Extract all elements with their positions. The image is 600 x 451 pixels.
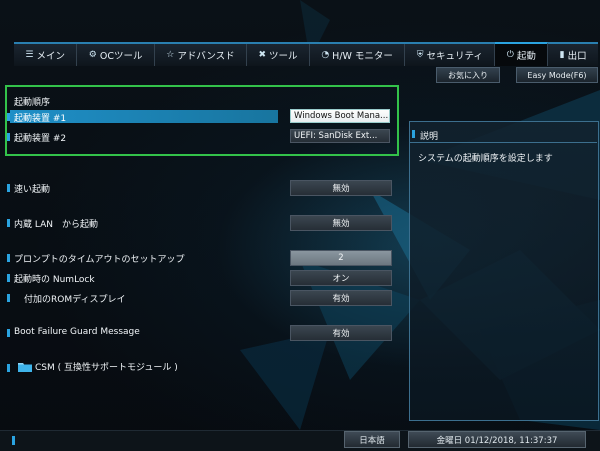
row-marker: [7, 133, 10, 141]
fast-boot-label: 速い起動: [14, 185, 51, 195]
language-button[interactable]: 日本語: [344, 431, 400, 448]
row-marker: [7, 274, 10, 282]
numlock-select[interactable]: オン: [290, 270, 392, 286]
prompt-timeout-input[interactable]: 2: [290, 250, 392, 266]
tab-advanced[interactable]: ☆ アドバンスド: [155, 44, 248, 66]
boot-failure-guard-label: Boot Failure Guard Message: [14, 327, 140, 337]
row-marker: [7, 184, 10, 192]
main-tab-bar: ☰ メイン ⚙ OCツール ☆ アドバンスド ✖ ツール ◔ H/W モニター ⛨ セキュリ…: [14, 42, 598, 66]
csm-submenu[interactable]: CSM ( 互換性サポートモジュール ): [18, 360, 218, 374]
shield-icon: ⛨: [416, 50, 424, 60]
favorites-button[interactable]: お気に入り: [436, 67, 500, 83]
status-marker: [12, 436, 15, 445]
monitor-icon: ◔: [321, 50, 330, 60]
power-icon: ⏻: [506, 50, 514, 60]
description-panel: [409, 121, 599, 421]
easy-mode-button[interactable]: Easy Mode(F6): [516, 67, 598, 83]
row-marker: [7, 219, 10, 227]
row-marker: [7, 254, 10, 262]
row-marker: [7, 294, 10, 302]
numlock-label: 起動時の NumLock: [14, 275, 95, 285]
description-text: システムの起動順序を設定します: [418, 154, 553, 164]
menu-icon: ☰: [25, 50, 34, 60]
tab-tool[interactable]: ✖ ツール: [247, 44, 310, 66]
tab-exit[interactable]: ▮ 出口: [548, 44, 598, 66]
exit-icon: ▮: [559, 50, 565, 60]
tab-hw-monitor[interactable]: ◔ H/W モニター: [310, 44, 406, 66]
tab-oc-tweaker[interactable]: ⚙ OCツール: [77, 44, 155, 66]
tools-icon: ✖: [258, 50, 266, 60]
fast-boot-select[interactable]: 無効: [290, 180, 392, 196]
boot-failure-guard-select[interactable]: 有効: [290, 325, 392, 341]
tab-boot[interactable]: ⏻ 起動: [495, 42, 549, 66]
csm-label: CSM ( 互換性サポートモジュール ): [35, 363, 178, 373]
row-marker: [412, 130, 415, 138]
rom-display-label: 付加のROMディスプレイ: [24, 295, 126, 305]
row-marker: [7, 113, 10, 121]
datetime-display: 金曜日 01/12/2018, 11:37:37: [408, 431, 586, 448]
boot-device-1-label: 起動装置 #1: [14, 114, 67, 124]
lan-boot-label: 内蔵 LAN から起動: [14, 220, 98, 230]
description-title: 説明: [420, 132, 439, 142]
gauge-icon: ⚙: [88, 50, 97, 60]
row-marker: [7, 329, 10, 337]
lan-boot-select[interactable]: 無効: [290, 215, 392, 231]
boot-device-1-select[interactable]: Windows Boot Mana...: [290, 109, 390, 123]
rom-display-select[interactable]: 有効: [290, 290, 392, 306]
row-marker: [7, 364, 10, 372]
boot-device-2-label: 起動装置 #2: [14, 134, 67, 144]
folder-icon: [18, 363, 32, 372]
tab-main[interactable]: ☰ メイン: [14, 44, 78, 66]
boot-order-heading: 起動順序: [14, 98, 51, 108]
star-icon: ☆: [166, 50, 175, 60]
prompt-timeout-label: プロンプトのタイムアウトのセットアップ: [14, 255, 185, 265]
tab-security[interactable]: ⛨ セキュリティ: [405, 44, 496, 66]
boot-device-2-select[interactable]: UEFI: SanDisk Ext...: [290, 129, 390, 143]
